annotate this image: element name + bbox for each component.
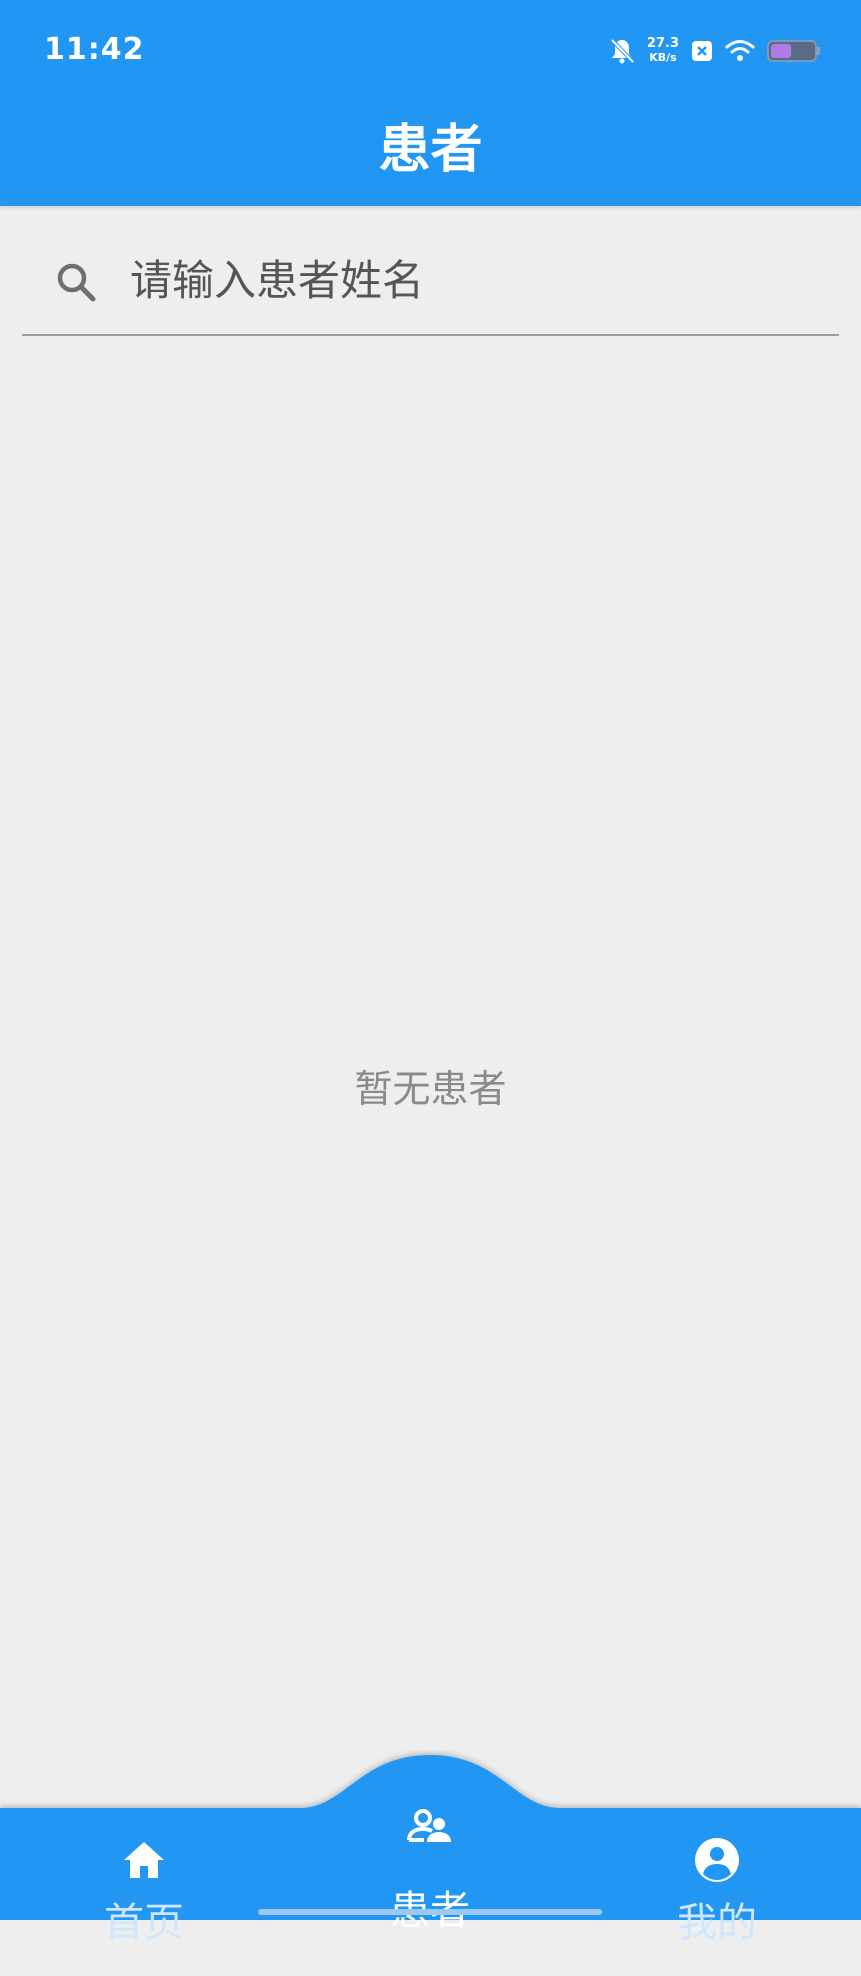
page-title: 患者 bbox=[378, 119, 483, 180]
bottom-nav: 首页 患者 我的 bbox=[0, 1750, 861, 1946]
status-icons: 27.3 KB/s bbox=[609, 34, 821, 68]
nav-label-patients: 患者 bbox=[390, 1888, 470, 1934]
status-bar: 11:42 27.3 KB/s bbox=[0, 0, 861, 100]
wifi-icon bbox=[725, 40, 755, 61]
nav-item-home[interactable]: 首页 bbox=[44, 1836, 244, 1976]
search-icon bbox=[57, 263, 96, 302]
nav-label-home: 首页 bbox=[104, 1900, 184, 1946]
app-bar: 患者 bbox=[0, 100, 861, 206]
nav-item-patients[interactable]: 患者 bbox=[330, 1804, 530, 1944]
search-input[interactable] bbox=[130, 244, 810, 316]
home-icon bbox=[124, 1842, 164, 1878]
status-time: 11:42 bbox=[44, 32, 145, 67]
home-indicator[interactable] bbox=[258, 1909, 602, 1915]
net-speed-value: 27.3 bbox=[646, 36, 679, 51]
patients-icon bbox=[407, 1809, 451, 1842]
nav-item-mine[interactable]: 我的 bbox=[617, 1836, 817, 1976]
net-speed: 27.3 KB/s bbox=[647, 37, 679, 65]
net-speed-unit: KB/s bbox=[649, 51, 677, 64]
battery-icon bbox=[767, 40, 820, 62]
empty-state-text: 暂无患者 bbox=[354, 1067, 507, 1111]
close-box-icon bbox=[692, 41, 712, 61]
nav-label-mine: 我的 bbox=[677, 1900, 757, 1946]
bell-off-icon bbox=[610, 38, 635, 64]
profile-icon bbox=[695, 1838, 739, 1882]
search-bar[interactable] bbox=[22, 232, 839, 336]
